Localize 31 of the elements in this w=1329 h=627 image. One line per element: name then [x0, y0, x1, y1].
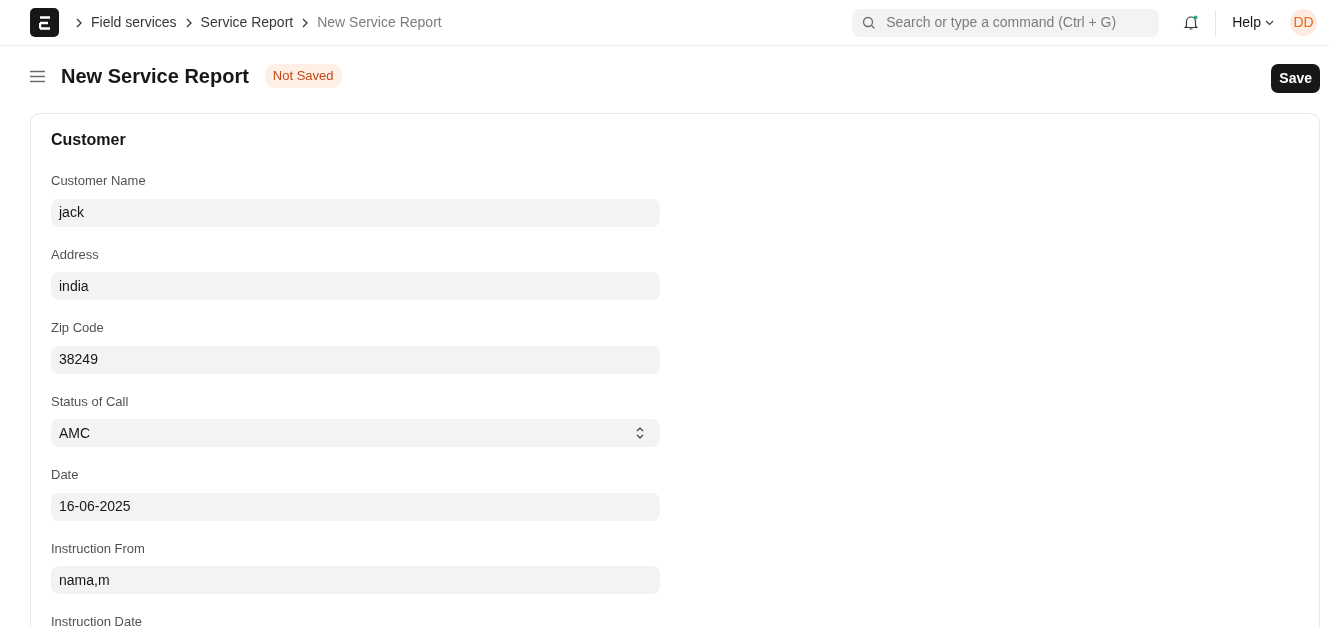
caret-icon [1265, 19, 1274, 26]
chevron-right-icon [301, 17, 310, 28]
help-menu-button[interactable]: Help [1232, 12, 1274, 33]
up-down-chevron-icon [636, 427, 644, 439]
field-label: Date [51, 466, 80, 484]
breadcrumb-link[interactable]: Field services [91, 12, 177, 33]
field-label: Instruction From [51, 539, 146, 558]
input-field[interactable]: 38249 [51, 345, 660, 374]
chevron-right-icon [184, 17, 193, 28]
field-label: Customer Name [51, 172, 147, 190]
section-title: Customer [51, 130, 127, 150]
input-field[interactable]: india [51, 272, 660, 300]
field-label: Zip Code [51, 319, 105, 337]
breadcrumb-link[interactable]: New Service Report [317, 12, 442, 33]
search-icon [862, 15, 877, 30]
app-logo[interactable] [30, 8, 59, 37]
input-field[interactable]: 16-06-2025 [51, 492, 660, 521]
input-field[interactable]: nama,m [51, 566, 660, 594]
chevron-right-icon [75, 17, 83, 28]
status-indicator: Not Saved [264, 64, 342, 88]
field-label: Instruction Date [51, 613, 144, 627]
breadcrumb-link[interactable]: Service Report [200, 12, 294, 33]
menu-icon[interactable] [30, 69, 45, 83]
bell-icon[interactable] [1183, 14, 1200, 31]
input-field[interactable]: jack [51, 198, 660, 227]
select-field[interactable]: AMC [51, 419, 660, 447]
field-label: Address [51, 245, 100, 264]
page-title: New Service Report [61, 64, 249, 88]
save-button[interactable]: Save [1271, 64, 1320, 93]
search-field[interactable]: Search or type a command (Ctrl + G) [852, 8, 1160, 37]
field-label: Status of Call [51, 392, 130, 411]
